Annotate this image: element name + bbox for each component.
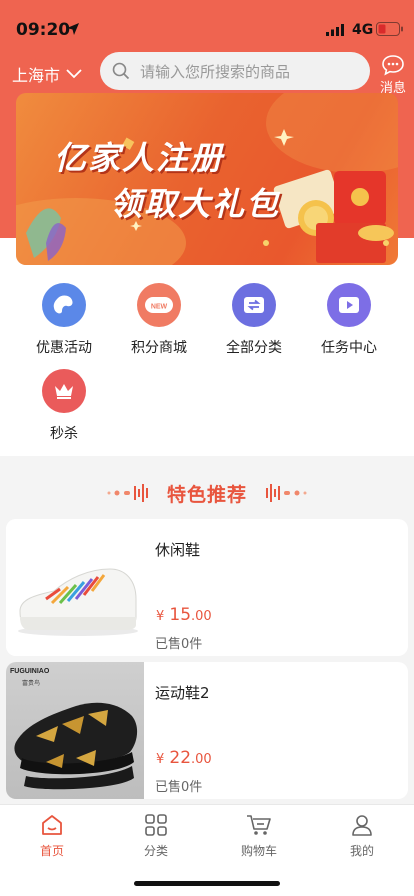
- tab-home[interactable]: 首页: [12, 813, 92, 859]
- product-image: FUGUINIAO 富贵鸟: [6, 662, 144, 799]
- chat-bubble-icon: [382, 55, 404, 76]
- product-image: [6, 519, 144, 656]
- product-price: ¥ 22.00: [156, 748, 212, 768]
- network-type: 4G: [352, 22, 374, 38]
- user-icon: [352, 815, 372, 836]
- signal-icon: [326, 24, 344, 36]
- section-header: 特色推荐: [0, 478, 414, 508]
- banner-title-line2: 领取大礼包: [110, 185, 281, 223]
- search-icon: [112, 62, 130, 80]
- tab-label: 购物车: [240, 844, 277, 858]
- category-task-center[interactable]: 任务中心: [309, 283, 389, 357]
- product-card[interactable]: FUGUINIAO 富贵鸟 运动鞋2 ¥ 22.00 已售0件: [6, 662, 408, 799]
- location-arrow-icon: [67, 23, 79, 35]
- tab-cart[interactable]: 购物车: [219, 813, 299, 859]
- promo-banner[interactable]: 亿家人注册 领取大礼包: [16, 93, 398, 265]
- city-selector[interactable]: 上海市: [12, 62, 82, 86]
- svg-text:NEW: NEW: [151, 304, 168, 311]
- product-sold-count: 已售0件: [155, 780, 203, 795]
- bean-icon: [42, 283, 86, 327]
- tab-profile[interactable]: 我的: [322, 813, 402, 859]
- message-button[interactable]: 消息: [376, 54, 410, 96]
- new-badge-icon: NEW: [137, 283, 181, 327]
- product-name: 运动鞋2: [155, 684, 210, 702]
- product-price: ¥ 15.00: [156, 605, 212, 625]
- category-all[interactable]: 全部分类: [214, 283, 294, 357]
- category-points-mall[interactable]: NEW 积分商城: [119, 283, 199, 357]
- exchange-icon: [232, 283, 276, 327]
- brand-logo-text: FUGUINIAO: [10, 668, 50, 675]
- status-bar: 09:20 4G: [0, 0, 414, 44]
- category-label: 全部分类: [226, 340, 282, 356]
- category-flash-sale[interactable]: 秒杀: [24, 369, 104, 443]
- banner-title-line1: 亿家人注册: [54, 139, 225, 177]
- category-label: 任务中心: [321, 340, 377, 356]
- home-indicator: [134, 881, 280, 886]
- section-decoration-left-icon: [107, 484, 148, 502]
- home-icon: [42, 815, 62, 835]
- product-card[interactable]: 休闲鞋 ¥ 15.00 已售0件: [6, 519, 408, 656]
- brand-logo-subtext: 富贵鸟: [22, 680, 41, 687]
- battery-icon: [376, 22, 403, 36]
- section-title: 特色推荐: [166, 483, 247, 506]
- crown-icon: [42, 369, 86, 413]
- product-name: 休闲鞋: [155, 541, 201, 559]
- cart-icon: [247, 815, 271, 835]
- category-label: 积分商城: [131, 340, 187, 356]
- search-placeholder: 请输入您所搜索的商品: [140, 62, 291, 81]
- category-promotions[interactable]: 优惠活动: [24, 283, 104, 357]
- tab-category[interactable]: 分类: [116, 813, 196, 859]
- category-label: 秒杀: [50, 426, 78, 442]
- search-bar[interactable]: 请输入您所搜索的商品: [100, 52, 370, 90]
- tab-label: 分类: [143, 844, 168, 858]
- play-icon: [327, 283, 371, 327]
- city-label: 上海市: [12, 66, 61, 85]
- category-label: 优惠活动: [36, 340, 92, 356]
- grid-icon: [145, 814, 167, 836]
- product-sold-count: 已售0件: [155, 637, 203, 652]
- status-time: 09:20: [16, 20, 71, 40]
- tab-label: 首页: [39, 844, 64, 858]
- tab-label: 我的: [349, 844, 374, 858]
- chevron-down-icon: [66, 69, 82, 79]
- section-decoration-right-icon: [266, 484, 307, 502]
